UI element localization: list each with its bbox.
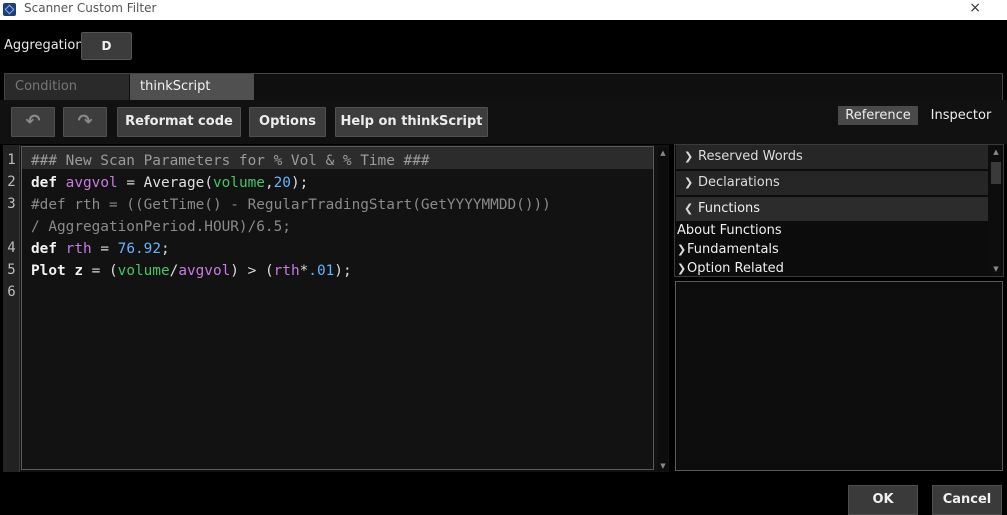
reference-description-box — [675, 281, 1003, 471]
scroll-down-icon[interactable]: ▼ — [658, 461, 668, 471]
chevron-right-icon: ❯ — [684, 150, 694, 163]
aggregation-button[interactable]: D — [81, 32, 132, 60]
code-line-1[interactable]: ### New Scan Parameters for % Vol & % Ti… — [31, 150, 430, 172]
window-title: Scanner Custom Filter — [24, 1, 157, 15]
function-item-label: Fundamentals — [687, 242, 779, 257]
scroll-up-icon[interactable]: ▲ — [991, 147, 1001, 157]
redo-button[interactable]: ↷ — [63, 107, 107, 137]
chevron-right-icon: ❯ — [677, 243, 687, 256]
undo-button[interactable]: ↶ — [11, 107, 55, 137]
reference-section-functions[interactable]: ❮ Functions — [676, 197, 988, 221]
tab-thinkscript-editor[interactable]: thinkScript Editor — [130, 74, 254, 120]
code-line-3-wrap[interactable]: / AggregationPeriod.HOUR)/6.5; — [31, 216, 291, 238]
chevron-down-icon: ❮ — [684, 202, 694, 215]
function-item-label: Option Related — [687, 261, 784, 276]
reformat-code-button[interactable]: Reformat code — [117, 107, 241, 137]
tab-inspector[interactable]: Inspector — [926, 106, 996, 125]
undo-arrow-icon: ↶ — [25, 111, 41, 132]
code-line-3[interactable]: #def rth = ((GetTime() - RegularTradingS… — [31, 194, 551, 216]
line-number: 4 — [7, 240, 16, 256]
reference-scrollbar[interactable]: ▲ ▼ — [989, 145, 1003, 276]
line-number-gutter: 1 2 3 4 5 6 — [3, 145, 20, 472]
code-line-5[interactable]: Plot z = (volume/avgvol) > (rth*.01); — [31, 260, 352, 282]
section-label: Declarations — [698, 175, 780, 190]
scroll-down-icon[interactable]: ▼ — [991, 264, 1001, 274]
help-on-thinkscript-button[interactable]: Help on thinkScript — [335, 107, 488, 137]
ok-button[interactable]: OK — [848, 485, 918, 515]
editor-scrollbar[interactable]: ▲ ▼ — [658, 148, 668, 471]
aggregation-label: Aggregation: — [4, 38, 88, 53]
code-line-2[interactable]: def avgvol = Average(volume,20); — [31, 172, 308, 194]
app-icon — [3, 3, 16, 16]
scroll-up-icon[interactable]: ▲ — [658, 148, 668, 158]
section-label: Functions — [698, 201, 761, 216]
line-number: 3 — [7, 196, 16, 212]
line-number: 6 — [7, 284, 16, 300]
cancel-button[interactable]: Cancel — [932, 485, 1002, 515]
reference-section-declarations[interactable]: ❯ Declarations — [676, 171, 988, 195]
chevron-right-icon: ❯ — [677, 262, 687, 275]
code-editor[interactable]: ### New Scan Parameters for % Vol & % Ti… — [21, 146, 654, 470]
redo-arrow-icon: ↷ — [77, 111, 93, 132]
line-number: 1 — [7, 152, 16, 168]
section-label: Reserved Words — [698, 149, 803, 164]
reference-panel: ❯ Reserved Words ❯ Declarations ❮ Functions… — [674, 144, 1004, 277]
chevron-right-icon: ❯ — [684, 176, 694, 189]
tab-reference[interactable]: Reference — [838, 106, 918, 125]
code-editor-panel: 1 2 3 4 5 6 ### New Scan Parameters for … — [3, 145, 669, 472]
tab-condition-wizard[interactable]: Condition Wizard — [5, 74, 129, 120]
toolbar: ↶ ↷ Reformat code Options Help on thinkS… — [0, 100, 1007, 144]
line-number: 5 — [7, 262, 16, 278]
close-icon[interactable]: × — [969, 0, 981, 16]
scrollbar-thumb[interactable] — [991, 162, 1001, 184]
function-item-option-related[interactable]: ❯Option Related — [677, 260, 784, 276]
title-bar: Scanner Custom Filter × — [0, 0, 1007, 20]
line-number: 2 — [7, 174, 16, 190]
function-item-about[interactable]: About Functions — [677, 222, 782, 240]
options-button[interactable]: Options — [249, 107, 326, 137]
editor-tabs: Condition Wizard thinkScript Editor — [4, 73, 1003, 120]
code-line-4[interactable]: def rth = 76.92; — [31, 238, 170, 260]
reference-section-reserved-words[interactable]: ❯ Reserved Words — [676, 145, 988, 169]
function-item-fundamentals[interactable]: ❯Fundamentals — [677, 241, 779, 259]
